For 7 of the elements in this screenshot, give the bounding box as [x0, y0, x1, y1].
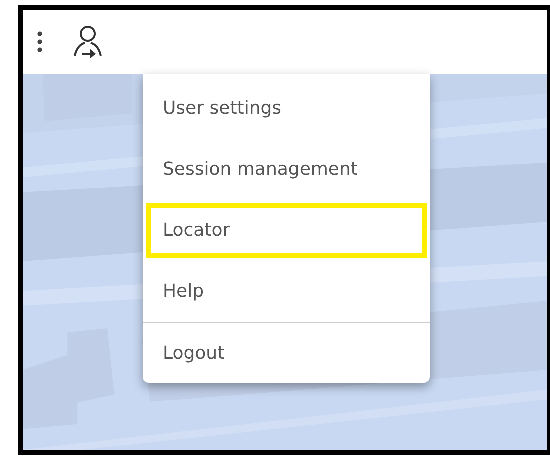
more-icon[interactable]: [37, 31, 43, 53]
menu-item[interactable]: User settings: [143, 78, 430, 139]
menu-item[interactable]: Logout: [143, 322, 430, 383]
menu-item[interactable]: Locator: [143, 200, 430, 261]
menu-item[interactable]: Session management: [143, 139, 430, 200]
user-icon[interactable]: [73, 25, 103, 59]
menu-item[interactable]: Help: [143, 261, 430, 322]
